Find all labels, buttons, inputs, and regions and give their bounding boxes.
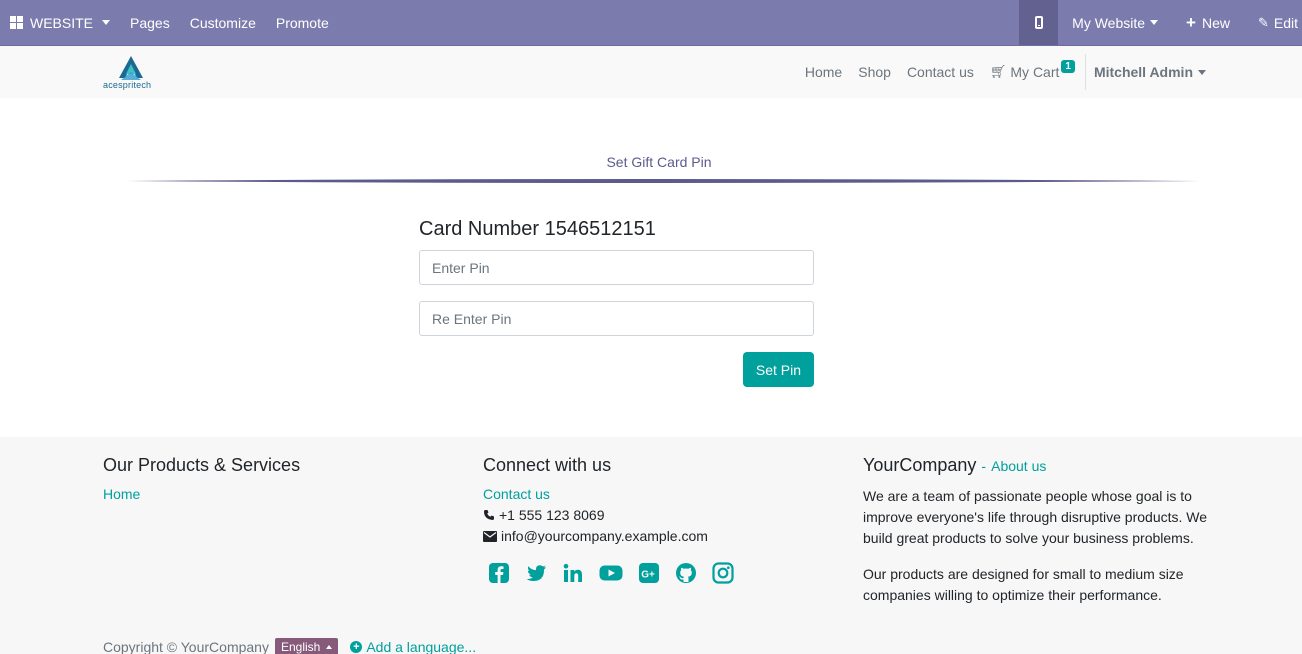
edit-button[interactable]: ✎ Edit — [1244, 0, 1302, 45]
apps-grid-icon — [10, 16, 23, 29]
nav-my-cart[interactable]: 🛒︎ My Cart 1 — [982, 59, 1085, 80]
language-selector[interactable]: English — [274, 638, 339, 654]
footer-email: info@yourcompany.example.com — [483, 528, 823, 544]
site-selector-dropdown[interactable]: My Website — [1058, 0, 1172, 45]
caret-down-icon — [102, 20, 111, 25]
cart-label: My Cart — [1010, 64, 1060, 80]
footer-phone: +1 555 123 8069 — [483, 507, 823, 523]
footer-home-link[interactable]: Home — [103, 486, 443, 502]
nav-shop[interactable]: Shop — [850, 64, 899, 80]
footer-company-heading: YourCompany - About us — [863, 455, 1213, 476]
phone-number: +1 555 123 8069 — [499, 507, 605, 523]
caret-up-icon — [326, 645, 333, 649]
about-us-link[interactable]: About us — [991, 458, 1046, 474]
phone-icon — [484, 510, 494, 520]
footer: Our Products & Services Home Connect wit… — [0, 437, 1302, 654]
website-navbar: acespritech Home Shop Contact us 🛒︎ My C… — [0, 46, 1302, 98]
svg-text:G+: G+ — [641, 570, 655, 581]
section-title: Set Gift Card Pin — [606, 154, 712, 170]
add-language-label: Add a language... — [366, 639, 477, 654]
add-language-link[interactable]: + Add a language... — [350, 639, 476, 654]
card-number-heading: Card Number 1546512151 — [419, 218, 656, 240]
footer-connect-column: Connect with us Contact us +1 555 123 80… — [483, 455, 823, 584]
site-selector-label: My Website — [1072, 14, 1146, 31]
company-logo[interactable]: acespritech — [103, 54, 163, 92]
linkedin-icon[interactable] — [562, 562, 584, 584]
edit-label: Edit — [1273, 14, 1299, 31]
nav-divider — [1084, 54, 1086, 90]
user-menu-dropdown[interactable]: Mitchell Admin — [1090, 64, 1302, 80]
gift-card-pin-form: Card Number 1546512151 Set Pin — [419, 218, 814, 387]
website-menu-label: WEBSITE — [30, 14, 94, 31]
github-icon[interactable] — [675, 562, 697, 584]
admin-bar: WEBSITE Pages Customize Promote My Websi… — [0, 0, 1302, 46]
re-enter-pin-input[interactable] — [419, 301, 814, 336]
new-label: New — [1201, 14, 1230, 31]
footer-about-column: YourCompany - About us We are a team of … — [863, 455, 1213, 606]
user-name: Mitchell Admin — [1093, 64, 1193, 80]
google-plus-icon[interactable]: G+ — [638, 562, 660, 584]
footer-connect-title: Connect with us — [483, 455, 612, 475]
youtube-icon[interactable] — [599, 562, 623, 584]
logo-text: acespritech — [103, 80, 152, 90]
plus-circle-icon: + — [350, 641, 363, 653]
cart-count-badge: 1 — [1061, 59, 1075, 73]
twitter-icon[interactable] — [525, 562, 547, 584]
nav-home[interactable]: Home — [797, 64, 850, 80]
menu-customize[interactable]: Customize — [180, 0, 266, 45]
instagram-icon[interactable] — [712, 562, 734, 584]
email-address: info@yourcompany.example.com — [501, 528, 708, 544]
decorative-divider — [120, 179, 1200, 183]
menu-pages[interactable]: Pages — [120, 0, 180, 45]
logo-mark-icon — [119, 56, 143, 80]
language-label: English — [280, 640, 321, 654]
footer-products-column: Our Products & Services Home — [103, 455, 443, 507]
about-paragraph-1: We are a team of passionate people whose… — [863, 488, 1208, 546]
plus-icon: + — [1186, 13, 1196, 32]
copyright-bar: Copyright © YourCompany English + Add a … — [103, 638, 476, 654]
envelope-icon — [483, 530, 497, 542]
website-menu-button[interactable]: WEBSITE — [0, 0, 120, 45]
mobile-phone-icon — [1034, 16, 1043, 29]
caret-down-icon — [1150, 20, 1159, 25]
footer-products-title: Our Products & Services — [103, 455, 301, 475]
pencil-icon: ✎ — [1258, 14, 1269, 30]
set-pin-button[interactable]: Set Pin — [742, 352, 814, 387]
company-name: YourCompany — [863, 455, 977, 475]
footer-contact-link[interactable]: Contact us — [483, 486, 823, 502]
copyright-text: Copyright © YourCompany — [103, 639, 269, 654]
social-links: G+ — [488, 562, 823, 584]
caret-down-icon — [1198, 69, 1206, 75]
nav-contact-us[interactable]: Contact us — [899, 64, 982, 80]
menu-promote[interactable]: Promote — [266, 0, 339, 45]
new-button[interactable]: + New — [1172, 0, 1244, 45]
about-paragraph-2: Our products are designed for small to m… — [863, 566, 1184, 603]
mobile-preview-button[interactable] — [1019, 0, 1059, 45]
facebook-icon[interactable] — [488, 562, 510, 584]
shopping-cart-icon: 🛒︎ — [989, 64, 1007, 79]
pin-input[interactable] — [419, 250, 814, 285]
about-separator: - — [981, 458, 987, 474]
